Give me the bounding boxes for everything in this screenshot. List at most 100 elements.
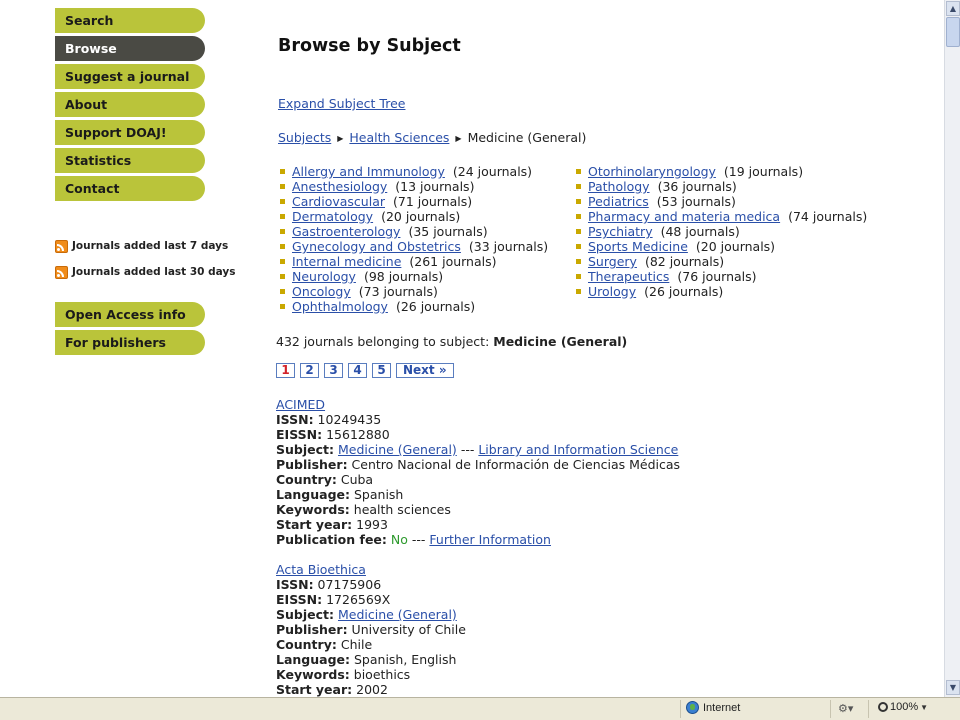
page-title: Browse by Subject [278, 36, 461, 56]
bullet-icon [280, 214, 285, 219]
subject-link[interactable]: Gynecology and Obstetrics [292, 239, 461, 254]
journal-issn: 10249435 [317, 412, 382, 427]
subject-separator: --- [460, 442, 475, 457]
breadcrumb-health-sciences[interactable]: Health Sciences [349, 130, 449, 145]
journal-publisher: Centro Nacional de Información de Cienci… [351, 457, 681, 472]
nav-open-access-info[interactable]: Open Access info [55, 302, 205, 327]
nav-suggest-journal[interactable]: Suggest a journal [55, 64, 205, 89]
subject-link[interactable]: Internal medicine [292, 254, 401, 269]
field-label: Country [276, 637, 332, 652]
journal-eissn: 1726569X [326, 592, 391, 607]
page-3-button[interactable]: 3 [324, 363, 343, 378]
field-label: Publisher [276, 622, 343, 637]
subject-link[interactable]: Dermatology [292, 209, 373, 224]
subject-item: Gynecology and Obstetrics (33 journals) [280, 239, 576, 254]
field-label: ISSN [276, 577, 309, 592]
bullet-icon [280, 184, 285, 189]
results-summary: 432 journals belonging to subject: Medic… [276, 334, 627, 349]
journal-start-year: 1993 [356, 517, 388, 532]
fee-separator: --- [411, 532, 426, 547]
subject-count: (98 journals) [363, 269, 444, 284]
feed-30-days[interactable]: Journals added last 30 days [55, 259, 236, 285]
journal-title-link[interactable]: ACIMED [276, 397, 325, 412]
feed-7-days[interactable]: Journals added last 7 days [55, 233, 236, 259]
journal-subject-link[interactable]: Library and Information Science [478, 442, 678, 457]
subject-count: (82 journals) [644, 254, 725, 269]
subject-link[interactable]: Pharmacy and materia medica [588, 209, 780, 224]
subject-count: (26 journals) [644, 284, 724, 299]
bullet-icon [280, 244, 285, 249]
page-2-button[interactable]: 2 [300, 363, 319, 378]
subject-link[interactable]: Pathology [588, 179, 650, 194]
scroll-down-icon[interactable]: ▼ [946, 680, 960, 695]
nav-statistics[interactable]: Statistics [55, 148, 205, 173]
vertical-scrollbar[interactable]: ▲ ▼ [944, 0, 960, 697]
subject-link[interactable]: Oncology [292, 284, 351, 299]
subject-link[interactable]: Sports Medicine [588, 239, 688, 254]
journal-title-link[interactable]: Acta Bioethica [276, 562, 366, 577]
subject-link[interactable]: Allergy and Immunology [292, 164, 445, 179]
zoom-control[interactable]: 100% ▼ [878, 701, 928, 713]
journal-record: ACIMED ISSN: 10249435 EISSN: 15612880 Su… [276, 397, 681, 547]
subject-link[interactable]: Otorhinolaryngology [588, 164, 716, 179]
subject-item: Otorhinolaryngology (19 journals) [576, 164, 876, 179]
pagination: 1 2 3 4 5 Next » [276, 363, 454, 378]
nav-contact[interactable]: Contact [55, 176, 205, 201]
bullet-icon [280, 289, 285, 294]
journal-subject-link[interactable]: Medicine (General) [338, 442, 457, 457]
bullet-icon [576, 244, 581, 249]
subject-link[interactable]: Ophthalmology [292, 299, 388, 314]
status-bar: Internet ⚙▾ 100% ▼ [0, 697, 960, 720]
further-information-link[interactable]: Further Information [429, 532, 551, 547]
subject-item: Therapeutics (76 journals) [576, 269, 876, 284]
next-page-button[interactable]: Next » [396, 363, 454, 378]
subject-item: Pharmacy and materia medica (74 journals) [576, 209, 876, 224]
journal-start-year: 2002 [356, 682, 388, 697]
subject-link[interactable]: Psychiatry [588, 224, 653, 239]
zoom-level: 100% [890, 701, 919, 713]
journal-keywords: health sciences [353, 502, 451, 517]
feed-links: Journals added last 7 days Journals adde… [55, 233, 236, 285]
protected-mode-icon[interactable]: ⚙▾ [838, 702, 853, 715]
nav-browse[interactable]: Browse [55, 36, 205, 61]
subject-item: Sports Medicine (20 journals) [576, 239, 876, 254]
subject-item: Anesthesiology (13 journals) [280, 179, 576, 194]
nav-for-publishers[interactable]: For publishers [55, 330, 205, 355]
subject-count: (19 journals) [723, 164, 804, 179]
subject-link[interactable]: Surgery [588, 254, 637, 269]
subject-item: Internal medicine (261 journals) [280, 254, 576, 269]
subject-link[interactable]: Therapeutics [588, 269, 669, 284]
field-label: Start year [276, 517, 348, 532]
scroll-up-icon[interactable]: ▲ [946, 1, 960, 16]
expand-subject-tree-link[interactable]: Expand Subject Tree [278, 96, 405, 111]
breadcrumb-subjects[interactable]: Subjects [278, 130, 331, 145]
page-5-button[interactable]: 5 [372, 363, 391, 378]
rss-icon[interactable] [55, 265, 68, 279]
subject-link[interactable]: Gastroenterology [292, 224, 400, 239]
journal-issn: 07175906 [317, 577, 382, 592]
subject-link[interactable]: Anesthesiology [292, 179, 387, 194]
field-label: Subject [276, 442, 329, 457]
subject-link[interactable]: Pediatrics [588, 194, 649, 209]
subject-link[interactable]: Neurology [292, 269, 356, 284]
subject-count: (73 journals) [358, 284, 438, 299]
nav-support-doaj[interactable]: Support DOAJ! [55, 120, 205, 145]
subject-column-right: Otorhinolaryngology (19 journals) Patholo… [576, 164, 876, 314]
page-4-button[interactable]: 4 [348, 363, 367, 378]
page-1-button[interactable]: 1 [276, 363, 295, 378]
primary-navigation: Search Browse Suggest a journal About Su… [55, 8, 205, 204]
bullet-icon [280, 199, 285, 204]
journal-subject-link[interactable]: Medicine (General) [338, 607, 457, 622]
rss-icon[interactable] [55, 239, 68, 253]
nav-about[interactable]: About [55, 92, 205, 117]
chevron-down-icon[interactable]: ▼ [920, 703, 928, 712]
journal-publication-fee: No [390, 532, 408, 547]
subject-count: (20 journals) [381, 209, 461, 224]
subject-count: (48 journals) [660, 224, 740, 239]
subject-column-left: Allergy and Immunology (24 journals) Anes… [280, 164, 576, 314]
nav-search[interactable]: Search [55, 8, 205, 33]
subject-link[interactable]: Urology [588, 284, 636, 299]
field-label: Language [276, 652, 346, 667]
subject-link[interactable]: Cardiovascular [292, 194, 385, 209]
scrollbar-thumb[interactable] [946, 17, 960, 47]
